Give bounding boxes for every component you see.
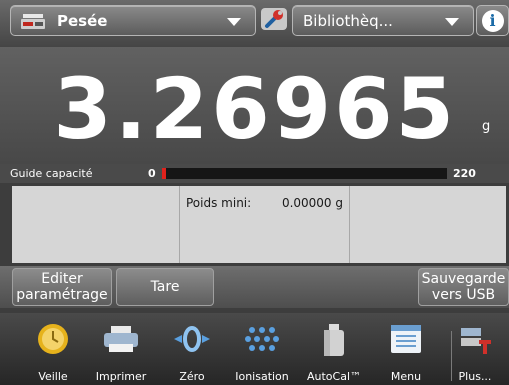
ionizer-label: Ionisation [235,370,289,383]
weight-display: 3.26965 g [0,47,509,164]
save-to-usb-line1: Sauvegarde [421,270,506,287]
ionizer-icon [242,322,282,360]
zero-label: Zéro [179,370,205,383]
print-label: Imprimer [95,370,147,383]
menu-label: Menu [390,370,422,383]
weight-value: 3.26965 [53,60,457,158]
autocal-label: AutoCal™ [306,370,362,383]
capacity-label: Guide capacité [10,167,93,180]
info-cell-3 [350,186,506,263]
zero-icon [172,322,212,360]
tare-label: Tare [150,278,180,295]
more-label: Plus... [458,370,492,383]
autocal-button[interactable]: AutoCal™ [294,313,374,385]
calibration-weight-icon [319,322,349,362]
info-panel: Poids mini: 0.00000 g [12,186,506,263]
info-icon: i [481,9,504,32]
info-button[interactable]: i [476,5,509,36]
balance-icon [19,11,47,31]
info-cell-min-weight: Poids mini: 0.00000 g [180,186,350,263]
edit-settings-label: Editer paramétrage [16,271,107,303]
save-to-usb-label: Sauvegarde vers USB [422,271,506,303]
capacity-min: 0 [148,167,156,180]
menu-icon [388,322,424,360]
min-weight-label: Poids mini: [186,196,252,210]
zero-button[interactable]: Zéro [152,313,232,385]
ionizer-button[interactable]: Ionisation [222,313,302,385]
print-button[interactable]: Imprimer [81,313,161,385]
capacity-max: 220 [453,167,476,180]
application-dropdown[interactable]: Pesée [10,5,256,36]
save-to-usb-button[interactable]: Sauvegarde vers USB [418,268,509,306]
more-button[interactable]: Plus... [435,313,509,385]
capacity-bar [162,168,447,179]
capacity-bar-fill [162,168,166,179]
library-label: Bibliothèq... [303,11,393,30]
application-label: Pesée [57,11,108,30]
standby-icon [36,322,70,360]
wrench-icon [259,6,289,36]
menu-button[interactable]: Menu [366,313,446,385]
save-to-usb-line2: vers USB [431,287,496,303]
chevron-down-icon [227,18,241,26]
top-bar: Pesée Bibliothèq... i [0,0,509,47]
edit-settings-line2: paramétrage [16,287,108,303]
info-cell-1 [12,186,180,263]
edit-settings-button[interactable]: Editer paramétrage [12,268,112,306]
capacity-guide: Guide capacité 0 220 [0,164,509,183]
printer-icon [101,322,141,360]
tare-button[interactable]: Tare [116,268,214,306]
min-weight-value: 0.00000 g [281,196,343,210]
softkey-bar: Editer paramétrage Tare Sauvegarde vers … [0,266,509,308]
edit-settings-line1: Editer [41,270,83,287]
chevron-down-icon [445,18,459,26]
more-icon [457,322,493,360]
weight-unit: g [482,119,491,134]
bottom-dock: Veille Imprimer Zéro Ionisation AutoCal™… [0,313,509,385]
wrench-button[interactable] [257,5,290,36]
library-dropdown[interactable]: Bibliothèq... [292,5,474,36]
